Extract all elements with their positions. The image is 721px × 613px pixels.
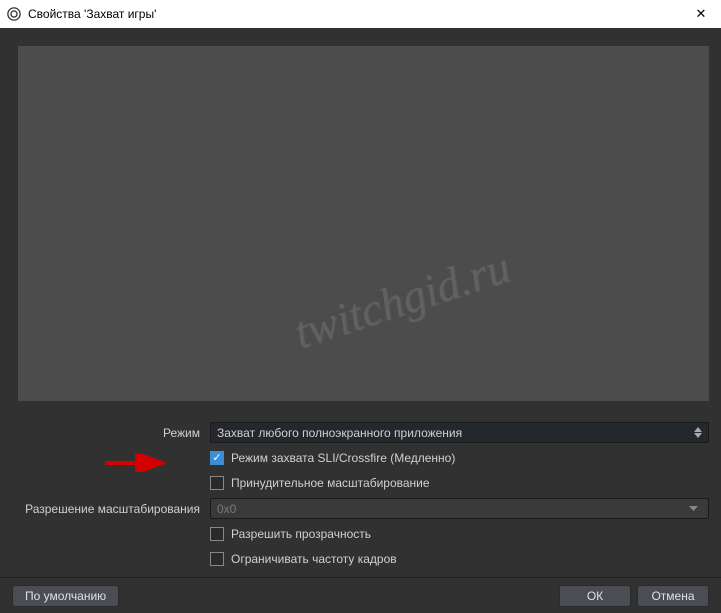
checkbox-icon [210,451,224,465]
transparency-checkbox[interactable]: Разрешить прозрачность [210,527,371,541]
settings-form: Режим Захват любого полноэкранного прило… [12,422,709,573]
window-title: Свойства 'Захват игры' [28,7,156,21]
cancel-button[interactable]: Отмена [637,585,709,607]
preview-area [18,46,709,401]
dialog-footer: По умолчанию ОК Отмена [0,577,721,613]
scaling-res-value: 0x0 [217,502,236,516]
limit-fps-label: Ограничивать частоту кадров [231,552,397,566]
mode-select-value: Захват любого полноэкранного приложения [217,426,462,440]
checkbox-icon [210,527,224,541]
updown-icon [694,427,702,438]
force-scaling-label: Принудительное масштабирование [231,476,430,490]
dialog-body: twitchgid.ru Режим Захват любого полноэк… [0,28,721,613]
mode-label: Режим [12,426,210,440]
sli-crossfire-label: Режим захвата SLI/Crossfire (Медленно) [231,451,455,465]
limit-fps-checkbox[interactable]: Ограничивать частоту кадров [210,552,397,566]
scaling-res-label: Разрешение масштабирования [12,502,210,516]
defaults-button[interactable]: По умолчанию [12,585,119,607]
mode-select[interactable]: Захват любого полноэкранного приложения [210,422,709,443]
chevron-down-icon [684,506,702,512]
titlebar: Свойства 'Захват игры' ✕ [0,0,721,28]
close-button[interactable]: ✕ [681,0,721,28]
checkbox-icon [210,552,224,566]
ok-button[interactable]: ОК [559,585,631,607]
force-scaling-checkbox[interactable]: Принудительное масштабирование [210,476,430,490]
transparency-label: Разрешить прозрачность [231,527,371,541]
sli-crossfire-checkbox[interactable]: Режим захвата SLI/Crossfire (Медленно) [210,451,455,465]
scaling-res-select[interactable]: 0x0 [210,498,709,519]
checkbox-icon [210,476,224,490]
obs-icon [6,6,22,22]
